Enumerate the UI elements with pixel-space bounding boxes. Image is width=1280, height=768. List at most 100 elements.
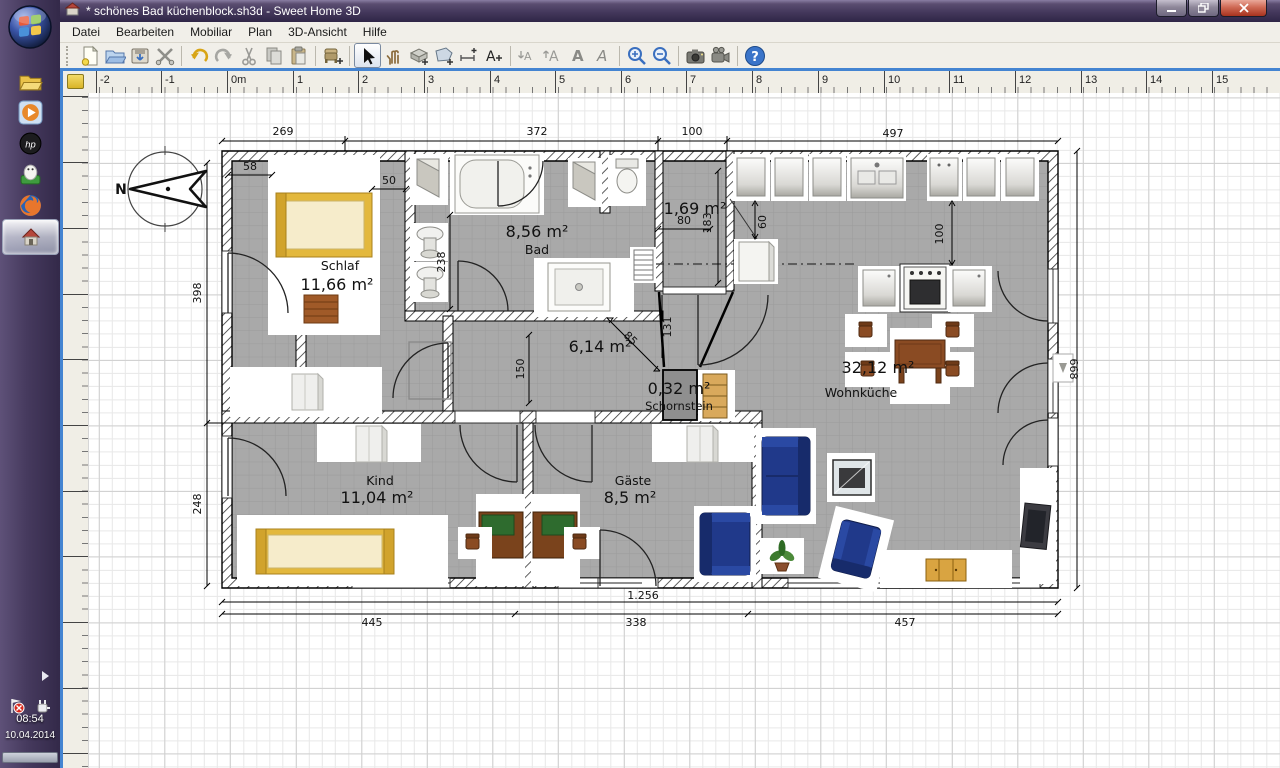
kitchen-cabinet[interactable]: [930, 158, 958, 196]
start-button[interactable]: [6, 3, 54, 51]
create-video-icon[interactable]: [708, 44, 733, 67]
redo-icon[interactable]: [211, 44, 236, 67]
menu-bearbeiten[interactable]: Bearbeiten: [108, 23, 182, 41]
menu-datei[interactable]: Datei: [64, 23, 108, 41]
chair[interactable]: [573, 534, 586, 549]
preferences-icon[interactable]: [152, 44, 177, 67]
room-name[interactable]: Kind: [366, 473, 394, 488]
zoom-out-icon[interactable]: [649, 44, 674, 67]
cut-icon[interactable]: [236, 44, 261, 67]
media-player-icon[interactable]: [18, 100, 43, 125]
wall-169-left[interactable]: [655, 151, 663, 291]
chest[interactable]: [304, 295, 338, 323]
zoom-in-icon[interactable]: [624, 44, 649, 67]
menu-plan[interactable]: Plan: [240, 23, 280, 41]
double-bed[interactable]: [276, 193, 372, 257]
pan-tool[interactable]: [381, 44, 406, 67]
bold-icon[interactable]: A: [565, 44, 590, 67]
towel-radiator[interactable]: [634, 250, 653, 280]
coffee-table[interactable]: [833, 460, 871, 495]
dim-label[interactable]: 60: [756, 215, 769, 229]
dim-label[interactable]: 1.256: [627, 589, 659, 602]
menu-3d-ansicht[interactable]: 3D-Ansicht: [280, 23, 355, 41]
italic-icon[interactable]: A: [590, 44, 615, 67]
create-walls-tool[interactable]: [406, 44, 431, 67]
menu-mobiliar[interactable]: Mobiliar: [182, 23, 240, 41]
undo-icon[interactable]: [186, 44, 211, 67]
wall-169-right[interactable]: [726, 151, 734, 291]
dim-label[interactable]: 457: [895, 616, 916, 629]
wardrobe[interactable]: [292, 374, 323, 410]
dim-label[interactable]: 269: [273, 125, 294, 138]
dim-label[interactable]: 150: [514, 359, 527, 380]
green-app-icon[interactable]: [18, 162, 43, 187]
dim-label[interactable]: 100: [682, 125, 703, 138]
app-icon[interactable]: [65, 2, 80, 20]
chair[interactable]: [466, 534, 479, 549]
dim-label[interactable]: 50: [382, 174, 396, 187]
chair[interactable]: [946, 361, 959, 376]
room-name[interactable]: Bad: [525, 242, 549, 257]
dim-label[interactable]: 131: [661, 317, 674, 338]
add-text-tool[interactable]: A: [481, 44, 506, 67]
kitchen-cabinet[interactable]: [1006, 158, 1034, 196]
sink-cabinet[interactable]: [851, 158, 903, 198]
dim-label[interactable]: 58: [243, 160, 257, 173]
kitchen-cabinet[interactable]: [775, 158, 803, 196]
plan-canvas[interactable]: N: [88, 93, 1280, 768]
kitchen-cabinet[interactable]: [737, 158, 765, 196]
room-area[interactable]: 8,56 m²: [506, 222, 569, 241]
chair[interactable]: [946, 322, 959, 337]
explorer-icon[interactable]: [18, 70, 43, 95]
sideboard[interactable]: [926, 559, 966, 581]
dim-label[interactable]: 398: [191, 283, 204, 304]
sofa[interactable]: [762, 437, 810, 515]
restore-button[interactable]: [1188, 0, 1219, 17]
taskbar-active-sweet-home-3d[interactable]: [2, 219, 59, 255]
room-name[interactable]: Gäste: [615, 473, 652, 488]
kitchen-row[interactable]: [733, 154, 1039, 201]
room-name[interactable]: Schornstein: [645, 399, 713, 413]
create-rooms-tool[interactable]: [431, 44, 456, 67]
door-gap[interactable]: [222, 436, 232, 498]
paste-icon[interactable]: [286, 44, 311, 67]
dim-label[interactable]: 372: [527, 125, 548, 138]
chair[interactable]: [859, 322, 872, 337]
wall-middle-b[interactable]: [520, 411, 536, 423]
taskbar-clock[interactable]: 08:54: [0, 713, 60, 725]
toilet[interactable]: [616, 159, 638, 193]
show-hidden-icons-button[interactable]: [42, 671, 49, 681]
select-tool[interactable]: [354, 43, 381, 68]
dim-label[interactable]: 248: [191, 494, 204, 515]
toolbar-handle[interactable]: [66, 46, 71, 66]
save-icon[interactable]: [127, 44, 152, 67]
single-bed[interactable]: [256, 529, 394, 574]
firefox-icon[interactable]: [18, 193, 43, 218]
stove[interactable]: [904, 267, 946, 309]
show-desktop-button[interactable]: [2, 752, 58, 763]
room-name[interactable]: Schlaf: [321, 258, 360, 273]
menu-hilfe[interactable]: Hilfe: [355, 23, 395, 41]
room-area[interactable]: 1,69 m²: [664, 199, 727, 218]
help-icon[interactable]: ?: [742, 44, 767, 67]
room-area[interactable]: 6,14 m²: [569, 337, 632, 356]
door-gap[interactable]: [1048, 418, 1058, 466]
door-gap[interactable]: [222, 251, 232, 313]
dim-label[interactable]: 338: [626, 616, 647, 629]
hp-icon[interactable]: hp: [18, 131, 43, 156]
create-photo-icon[interactable]: [683, 44, 708, 67]
dim-label[interactable]: 445: [362, 616, 383, 629]
create-dimensions-tool[interactable]: [456, 44, 481, 67]
new-document-icon[interactable]: [77, 44, 102, 67]
washing-machine[interactable]: [953, 270, 985, 306]
kitchen-cabinet[interactable]: [967, 158, 995, 196]
decrease-text-size-icon[interactable]: A: [515, 44, 540, 67]
washing-machine[interactable]: [863, 270, 895, 306]
sofa[interactable]: [700, 513, 750, 575]
dim-label[interactable]: 497: [883, 127, 904, 140]
wardrobe[interactable]: [356, 426, 387, 462]
bathtub[interactable]: [455, 155, 539, 213]
taskbar-date[interactable]: 10.04.2014: [0, 730, 60, 741]
door-gap[interactable]: [455, 411, 520, 423]
minimize-button[interactable]: [1156, 0, 1187, 17]
